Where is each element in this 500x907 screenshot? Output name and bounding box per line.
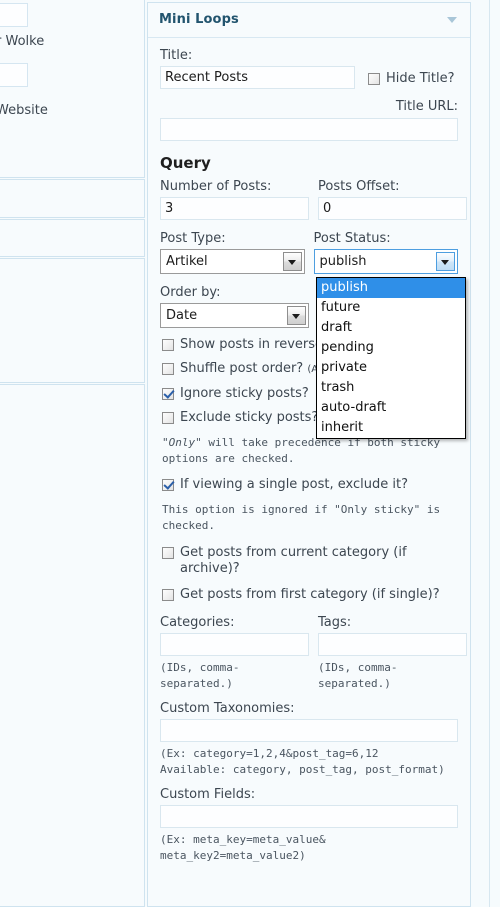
custom-taxonomies-label: Custom Taxonomies: [160,701,295,716]
dropdown-option[interactable]: future [317,298,465,318]
sticky-hint-only: Only [168,436,196,449]
ignore-sticky-checkbox[interactable] [162,388,174,400]
title-url-label: Title URL: [395,99,458,114]
background-text-2: Website [0,103,48,118]
number-of-posts-input[interactable] [160,197,309,220]
page-title: Mini Loops [159,12,239,27]
post-type-group: Post Type: Artikel [160,231,305,274]
background-widget-2[interactable] [0,179,145,218]
dropdown-option[interactable]: trash [317,378,465,398]
number-of-posts-label: Number of Posts: [160,179,272,194]
custom-fields-group: Custom Fields: (Ex: meta_key=meta_value&… [160,787,458,864]
background-widget-4[interactable] [0,258,145,383]
background-input-2[interactable] [0,63,28,87]
widget-header[interactable]: Mini Loops [148,3,470,38]
screen: r Wolke Website Mini Loops Title: Recent… [0,0,500,907]
post-status-select-value: publish [319,254,367,269]
categories-label: Categories: [160,615,235,630]
hide-title-label: Hide Title? [386,71,455,86]
posts-offset-group: Posts Offset: [318,179,467,220]
tags-group: Tags: (IDs, comma-separated.) [318,615,467,692]
custom-taxonomies-input[interactable] [160,719,458,742]
title-row: Title: Hide Title? [160,48,458,89]
first-category-row[interactable]: Get posts from first category (if single… [162,587,458,603]
exclude-sticky-label: Exclude sticky posts? [180,410,319,425]
custom-fields-label: Custom Fields: [160,787,256,802]
show-reverse-label: Show posts in reverse [180,337,324,352]
counts-row: Number of Posts: Posts Offset: [160,179,467,220]
dropdown-option[interactable]: auto-draft [317,398,465,418]
post-status-dropdown-list[interactable]: publish future draft pending private trash aut… [316,277,466,439]
first-category-checkbox[interactable] [162,589,174,601]
dropdown-option[interactable]: publish [317,278,465,298]
show-reverse-checkbox[interactable] [162,339,174,351]
dropdown-option[interactable]: draft [317,318,465,338]
categories-input[interactable] [160,633,309,656]
exclude-sticky-row[interactable]: Exclude sticky posts? [162,410,322,426]
background-text-1: r Wolke [0,34,45,49]
title-url-input[interactable] [160,118,458,141]
first-category-label: Get posts from first category (if single… [180,587,440,602]
shuffle-order-label: Shuffle post order? (AB [180,361,325,378]
background-widget-3[interactable] [0,219,145,257]
single-post-exclude-label: If viewing a single post, exclude it? [180,477,408,492]
categories-group: Categories: (IDs, comma-separated.) [160,615,309,692]
background-input-1[interactable] [0,3,28,27]
background-widget-column: r Wolke Website [0,0,147,907]
ignore-sticky-label: Ignore sticky posts? [180,386,309,401]
title-input[interactable] [160,66,355,89]
query-heading: Query [160,154,211,172]
posts-offset-input[interactable] [318,197,467,220]
current-category-row[interactable]: Get posts from current category (if arch… [162,545,458,577]
current-category-checkbox[interactable] [162,547,174,559]
title-url-group: Title URL: [160,99,458,141]
exclude-sticky-checkbox[interactable] [162,412,174,424]
title-field-group: Title: [160,48,355,89]
tags-input[interactable] [318,633,467,656]
post-status-label: Post Status: [313,231,391,246]
chevron-down-icon[interactable] [287,306,306,325]
tags-hint: (IDs, comma-separated.) [318,661,398,690]
post-type-select[interactable]: Artikel [160,249,305,274]
chevron-down-icon[interactable] [436,252,455,271]
categories-hint: (IDs, comma-separated.) [160,661,240,690]
panel-right-edge [489,0,490,907]
order-by-select[interactable]: Date [160,303,309,328]
sticky-precedence-hint: "Only" will take precedence if both stic… [162,436,441,465]
custom-fields-input[interactable] [160,805,458,828]
single-post-hint: This option is ignored if "Only sticky" … [162,503,441,532]
hide-title-group[interactable]: Hide Title? [368,71,455,89]
order-by-select-value: Date [166,308,198,323]
dropdown-option[interactable]: inherit [317,418,465,438]
shuffle-order-checkbox[interactable] [162,363,174,375]
tags-label: Tags: [318,615,352,630]
single-post-exclude-checkbox[interactable] [162,479,174,491]
dropdown-option[interactable]: pending [317,338,465,358]
current-category-label: Get posts from current category (if arch… [180,545,407,576]
number-of-posts-group: Number of Posts: [160,179,309,220]
type-status-row: Post Type: Artikel Post Status: publish [160,231,458,274]
posts-offset-label: Posts Offset: [318,179,400,194]
chevron-down-icon[interactable] [447,17,457,23]
custom-taxonomies-hint-1: (Ex: category=1,2,4&post_tag=6,12 [160,747,379,760]
post-status-group: Post Status: publish [313,231,458,274]
dropdown-option[interactable]: private [317,358,465,378]
mini-loops-widget-panel: Mini Loops Title: Hide Title? Title URL: [147,2,471,907]
custom-taxonomies-group: Custom Taxonomies: (Ex: category=1,2,4&p… [160,701,458,778]
post-type-label: Post Type: [160,231,226,246]
custom-fields-hint-1: (Ex: meta_key=meta_value& [160,833,326,846]
single-post-exclude-row[interactable]: If viewing a single post, exclude it? [162,477,458,493]
post-status-select[interactable]: publish [313,249,458,274]
post-type-select-value: Artikel [166,254,208,269]
taxonomy-row: Categories: (IDs, comma-separated.) Tags… [160,615,467,692]
hide-title-checkbox[interactable] [368,72,380,85]
custom-fields-hint-2: meta_key2=meta_value2) [160,849,306,862]
background-widget-1[interactable]: r Wolke Website [0,0,145,178]
background-widget-5[interactable] [0,384,145,907]
widget-form: Title: Hide Title? Title URL: Query Numb… [148,38,470,864]
title-label: Title: [160,48,193,63]
chevron-down-icon[interactable] [282,252,302,271]
custom-taxonomies-hint-2: Available: category, post_tag, post_form… [160,763,445,776]
